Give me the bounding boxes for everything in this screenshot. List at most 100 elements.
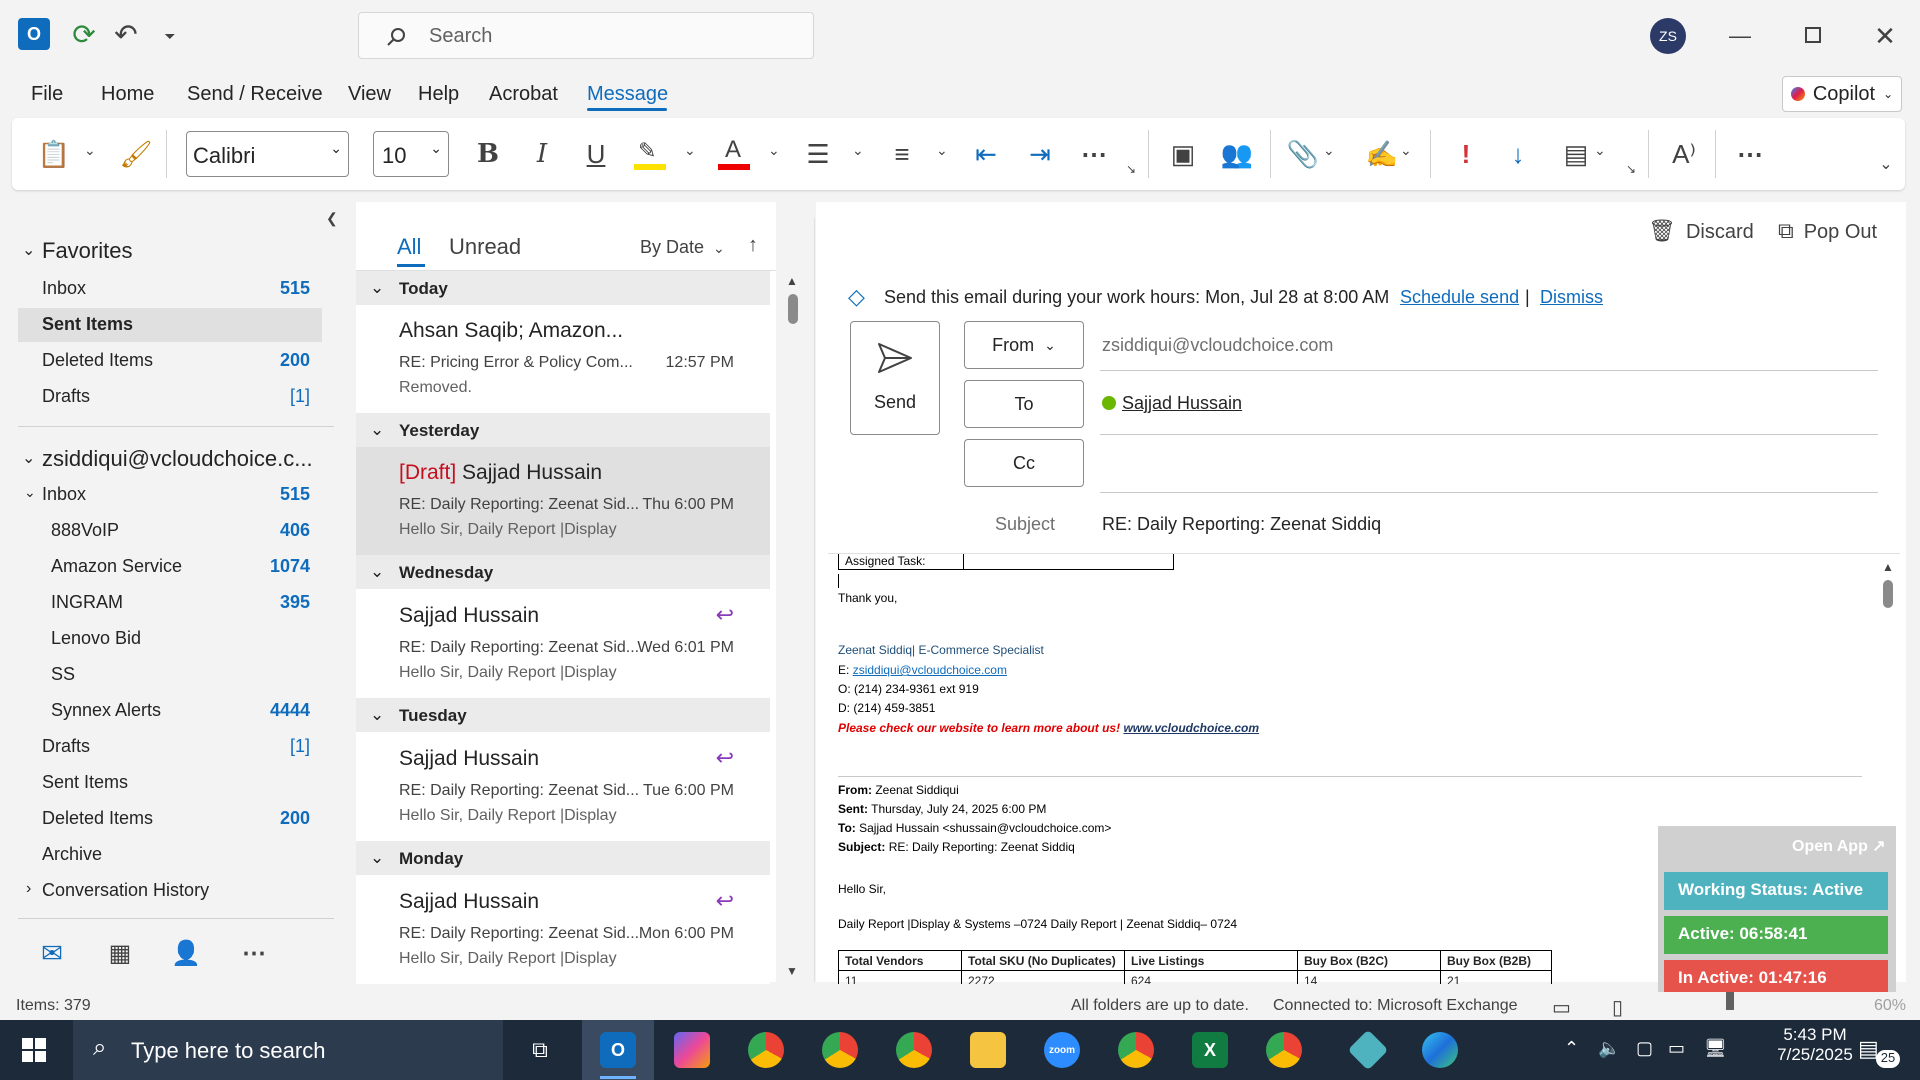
subject-input[interactable]: RE: Daily Reporting: Zeenat Siddiq (1102, 514, 1381, 535)
show-hidden-icons[interactable]: ⌃ (1564, 1038, 1579, 1059)
customize-toolbar-icon[interactable]: ⏷ (158, 22, 182, 50)
cc-button[interactable]: Cc (964, 439, 1084, 487)
chrome-icon[interactable] (896, 1032, 932, 1068)
numbering-icon[interactable]: ≡ (884, 136, 920, 172)
copilot-button[interactable]: Copilot ⌄ (1782, 76, 1902, 112)
calendar-icon[interactable]: ▦ (104, 938, 136, 968)
chrome-icon[interactable] (822, 1032, 858, 1068)
dialog-launcher-icon[interactable]: ↘ (1626, 162, 1636, 176)
nav-folder-ss[interactable]: SS (51, 664, 75, 685)
font-name-select[interactable]: Calibri ⌄ (186, 131, 349, 177)
dismiss-link[interactable]: Dismiss (1540, 287, 1603, 308)
chevron-down-icon[interactable]: ⌄ (768, 142, 780, 159)
sort-by-date[interactable]: By Date ⌄ (640, 237, 725, 258)
collapse-pane-icon[interactable]: ❮ (326, 210, 338, 227)
chevron-down-icon[interactable]: ⌄ (24, 484, 36, 501)
read-aloud-icon[interactable]: A⁾ (1666, 136, 1702, 172)
decrease-indent-icon[interactable]: ⇤ (968, 136, 1004, 172)
normal-view-icon[interactable]: ▭ (1552, 995, 1571, 1020)
pop-out-button[interactable]: ⧉ Pop Out (1778, 218, 1877, 244)
nav-deleted-items[interactable]: Deleted Items 200 (42, 808, 310, 829)
more-options-icon[interactable]: ⋯ (1732, 136, 1768, 172)
menu-file[interactable]: File (31, 83, 63, 106)
chevron-down-icon[interactable]: ⌄ (1594, 142, 1606, 159)
highlight-icon[interactable]: ✎ (632, 138, 668, 170)
paste-dropdown-icon[interactable]: ⌄ (84, 142, 96, 159)
bullets-icon[interactable]: ☰ (800, 136, 836, 172)
minimize-icon[interactable]: — (1725, 18, 1755, 54)
mail-icon[interactable]: ✉ (36, 938, 68, 968)
reading-view-icon[interactable]: ▯ (1612, 995, 1623, 1020)
camera-icon[interactable]: ▢ (1636, 1038, 1653, 1059)
restore-icon[interactable] (1805, 27, 1821, 43)
nav-folder-synnex-alerts[interactable]: Synnex Alerts 4444 (51, 700, 310, 721)
menu-message[interactable]: Message (587, 83, 668, 106)
low-importance-icon[interactable]: ↓ (1500, 136, 1536, 172)
chevron-right-icon[interactable]: › (26, 880, 31, 898)
more-formatting-icon[interactable]: ⋯ (1076, 136, 1112, 172)
zoom-app-icon[interactable]: zoom (1044, 1032, 1080, 1068)
group-header[interactable]: ⌄ Monday (356, 841, 770, 875)
check-names-icon[interactable]: 👥 (1219, 136, 1255, 172)
to-button[interactable]: To (964, 380, 1084, 428)
group-header[interactable]: ⌄ Today (356, 271, 770, 305)
menu-view[interactable]: View (348, 83, 391, 106)
to-recipient[interactable]: Sajjad Hussain (1122, 393, 1242, 414)
sort-direction-icon[interactable]: ↑ (748, 234, 758, 257)
attach-file-icon[interactable]: 📎 (1285, 136, 1321, 172)
search-box[interactable]: Search (358, 12, 814, 59)
chevron-down-icon[interactable]: ⌄ (22, 240, 35, 260)
chrome-icon[interactable] (1118, 1032, 1154, 1068)
chevron-down-icon[interactable]: ⌄ (852, 142, 864, 159)
close-icon[interactable]: ✕ (1870, 18, 1900, 54)
group-header[interactable]: ⌄ Yesterday (356, 413, 770, 447)
dialog-launcher-icon[interactable]: ↘ (1126, 162, 1136, 176)
chevron-down-icon[interactable]: ⌄ (22, 448, 35, 468)
more-apps-icon[interactable]: ⋯ (238, 938, 270, 968)
nav-folder-ingram[interactable]: INGRAM 395 (51, 592, 310, 613)
nav-inbox[interactable]: Inbox 515 (42, 484, 310, 505)
sync-icon[interactable]: ⟳ (68, 18, 100, 50)
task-view-icon[interactable]: ⧉ (522, 1032, 558, 1068)
battery-icon[interactable]: ▭ (1668, 1038, 1685, 1059)
nav-conversation-history[interactable]: Conversation History (42, 880, 209, 901)
chrome-icon[interactable] (748, 1032, 784, 1068)
nav-folder-888voip[interactable]: 888VoIP 406 (51, 520, 310, 541)
clock[interactable]: 5:43 PM 7/25/2025 (1760, 1025, 1870, 1065)
network-icon[interactable]: 🖥 (1704, 1038, 1727, 1059)
scroll-up-icon[interactable]: ▲ (786, 274, 798, 288)
speaker-icon[interactable]: 🔈 (1598, 1038, 1620, 1059)
edge-icon[interactable] (1422, 1032, 1458, 1068)
nav-drafts[interactable]: Drafts [1] (42, 736, 310, 757)
list-item[interactable]: Sajjad Hussain ↩ RE: Daily Reporting: Ze… (356, 590, 770, 698)
copilot-icon[interactable] (674, 1032, 710, 1068)
underline-icon[interactable]: U (578, 136, 614, 172)
collapse-ribbon-icon[interactable]: ⌄ (1872, 150, 1900, 178)
avatar[interactable]: ZS (1650, 18, 1686, 54)
address-book-icon[interactable]: ▣ (1165, 136, 1201, 172)
bold-icon[interactable]: B (470, 136, 506, 172)
people-icon[interactable]: 👤 (170, 938, 202, 968)
nav-favorites-inbox[interactable]: Inbox 515 (42, 278, 310, 299)
chevron-down-icon[interactable]: ⌄ (1323, 142, 1335, 159)
paste-icon[interactable]: 📋 (36, 136, 72, 172)
outlook-icon[interactable]: O (600, 1032, 636, 1068)
zoom-level[interactable]: 60% (1874, 997, 1906, 1015)
menu-acrobat[interactable]: Acrobat (489, 83, 558, 106)
menu-send-receive[interactable]: Send / Receive (187, 83, 323, 106)
chevron-down-icon[interactable]: ⌄ (1400, 142, 1412, 159)
scrollbar-thumb[interactable] (788, 294, 798, 324)
nav-favorites-deleted-items[interactable]: Deleted Items 200 (42, 350, 310, 371)
account-header[interactable]: zsiddiqui@vcloudchoice.c... (42, 446, 313, 472)
discard-button[interactable]: 🗑 Discard (1648, 218, 1754, 244)
chevron-down-icon[interactable]: ⌄ (936, 142, 948, 159)
favorites-header[interactable]: Favorites (42, 238, 132, 264)
website-link[interactable]: www.vcloudchoice.com (1123, 721, 1259, 735)
undo-icon[interactable]: ↶ (110, 18, 142, 50)
file-explorer-icon[interactable] (970, 1032, 1006, 1068)
from-button[interactable]: From ⌄ (964, 321, 1084, 369)
zoom-slider[interactable] (1726, 992, 1734, 1010)
nav-folder-amazon-service[interactable]: Amazon Service 1074 (51, 556, 310, 577)
increase-indent-icon[interactable]: ⇥ (1022, 136, 1058, 172)
nav-favorites-drafts[interactable]: Drafts [1] (42, 386, 310, 407)
